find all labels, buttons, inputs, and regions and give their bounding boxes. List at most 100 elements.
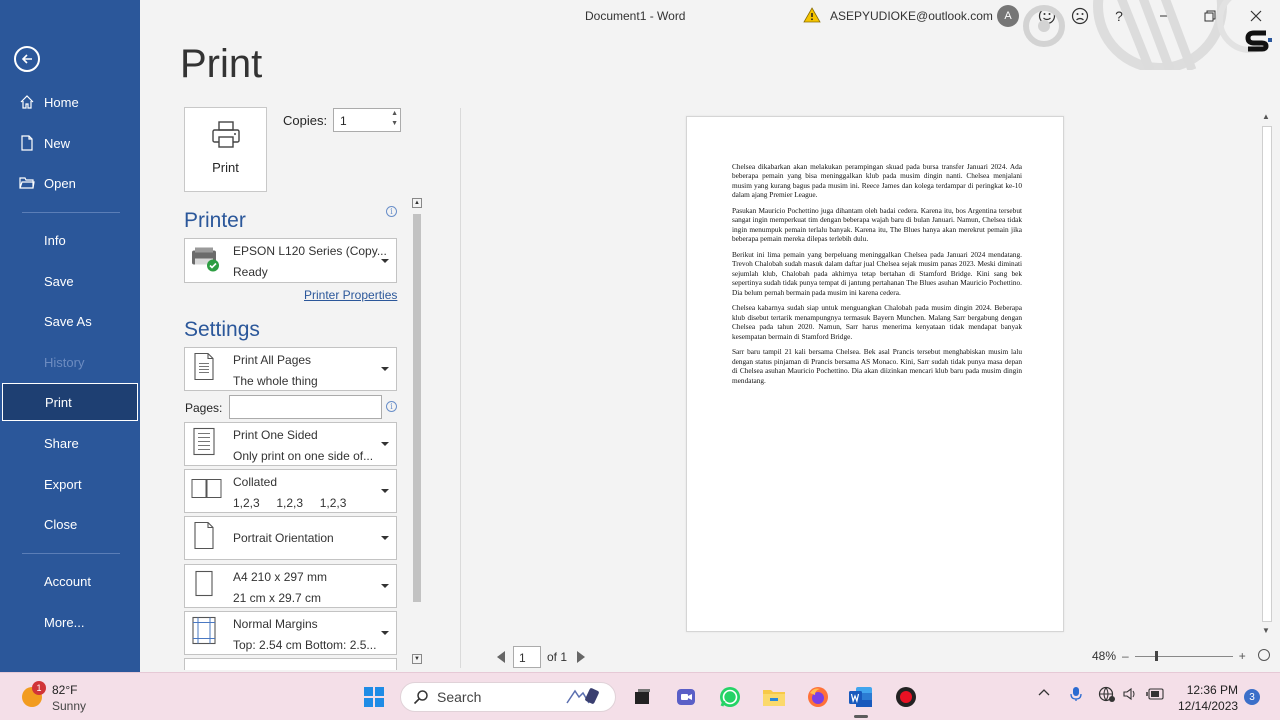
nav-open-label: Open	[44, 175, 76, 191]
nav-info[interactable]: Info	[0, 221, 140, 259]
account-email[interactable]: ASEPYUDIOKE@outlook.com	[830, 9, 993, 23]
print-button-label: Print	[212, 160, 239, 175]
zoom-out-icon[interactable]: –	[1122, 649, 1129, 663]
zoom-level[interactable]: 48%	[1092, 649, 1116, 663]
weather-temperature[interactable]: 82°F	[52, 683, 77, 697]
page-setup-select-partial[interactable]	[184, 658, 397, 670]
zoom-to-page-icon[interactable]	[1258, 649, 1270, 661]
document-pages-icon	[191, 352, 217, 387]
paper-size-select[interactable]: A4 210 x 297 mm 21 cm x 29.7 cm	[184, 564, 397, 608]
network-icon[interactable]	[1098, 686, 1116, 705]
printer-select[interactable]: EPSON L120 Series (Copy... Ready	[184, 238, 397, 283]
increment-icon[interactable]: ▲	[391, 110, 398, 117]
whatsapp-icon[interactable]	[716, 683, 744, 711]
nav-save-as[interactable]: Save As	[0, 302, 140, 340]
nav-share[interactable]: Share	[0, 424, 140, 462]
copies-value: 1	[340, 114, 347, 128]
scroll-down-icon[interactable]: ▼	[1262, 626, 1270, 635]
nav-save[interactable]: Save	[0, 262, 140, 300]
zoom-slider[interactable]	[1134, 650, 1233, 661]
next-page-icon[interactable]	[577, 651, 586, 663]
print-preview-page: Chelsea dikabarkan akan melakukan peramp…	[686, 116, 1064, 632]
nav-home[interactable]: Home	[0, 83, 140, 121]
sides-select[interactable]: Print One Sided Only print on one side o…	[184, 422, 397, 466]
word-app-icon[interactable]	[847, 683, 875, 711]
file-explorer-icon[interactable]	[760, 683, 788, 711]
printer-ready-icon	[191, 244, 221, 277]
preview-scrollbar[interactable]: ▲ ▼	[1260, 110, 1274, 638]
preview-paragraph: Chelsea dikabarkan akan melakukan peramp…	[732, 162, 1022, 200]
nav-export[interactable]: Export	[0, 465, 140, 503]
info-icon[interactable]: i	[386, 206, 397, 217]
channel-logo-icon	[1244, 30, 1274, 56]
print-button[interactable]: Print	[184, 107, 267, 192]
previous-page-icon[interactable]	[497, 651, 505, 663]
orientation-select[interactable]: Portrait Orientation	[184, 516, 397, 560]
settings-heading: Settings	[184, 318, 260, 341]
printer-properties-link[interactable]: Printer Properties	[304, 288, 397, 302]
copies-label: Copies:	[283, 113, 328, 128]
nav-close-label: Close	[44, 516, 78, 532]
windows-start-icon[interactable]	[360, 683, 388, 711]
screen-recorder-icon[interactable]	[892, 683, 920, 711]
firefox-icon[interactable]	[804, 683, 832, 711]
zoom-control: 48% – +	[1092, 649, 1252, 663]
nav-new[interactable]: New	[0, 124, 140, 162]
search-label: Search	[437, 689, 482, 705]
scroll-up-icon[interactable]: ▲	[1262, 112, 1270, 121]
nav-export-label: Export	[44, 476, 82, 492]
back-button[interactable]	[14, 46, 40, 72]
scroll-thumb[interactable]	[413, 214, 421, 602]
battery-icon[interactable]	[1146, 686, 1166, 705]
printer-status: Ready	[233, 265, 268, 279]
notification-badge[interactable]: 3	[1244, 689, 1260, 705]
chevron-up-icon[interactable]	[1037, 686, 1051, 703]
print-range-select[interactable]: Print All Pages The whole thing	[184, 347, 397, 391]
nav-open[interactable]: Open	[0, 164, 140, 202]
margins-desc: Top: 2.54 cm Bottom: 2.5...	[233, 638, 377, 652]
decrement-icon[interactable]: ▼	[391, 120, 398, 127]
system-clock[interactable]: 12:36 PM 12/14/2023	[1178, 682, 1238, 714]
margins-select[interactable]: Normal Margins Top: 2.54 cm Bottom: 2.5.…	[184, 611, 397, 655]
task-view-icon[interactable]	[628, 683, 656, 711]
nav-print-label: Print	[45, 394, 72, 410]
nav-new-label: New	[44, 135, 71, 151]
info-icon[interactable]: i	[386, 401, 397, 412]
nav-account[interactable]: Account	[0, 562, 140, 600]
current-page-input[interactable]: 1	[513, 646, 541, 668]
microphone-icon[interactable]	[1069, 686, 1083, 705]
orientation-label: Portrait Orientation	[233, 531, 334, 545]
chevron-down-icon	[381, 584, 389, 588]
collation-select[interactable]: Collated 1,2,3 1,2,3 1,2,3	[184, 469, 397, 513]
pages-input[interactable]	[229, 395, 382, 419]
taskbar-search[interactable]: Search	[400, 682, 616, 712]
preview-paragraph: Chelsea kabarnya sudah siap untuk mengua…	[732, 303, 1022, 341]
meet-app-icon[interactable]	[672, 683, 700, 711]
zoom-slider-knob[interactable]	[1154, 650, 1158, 661]
avatar[interactable]: A	[997, 5, 1019, 27]
nav-close[interactable]: Close	[0, 505, 140, 543]
settings-scrollbar[interactable]: ▲ ▼	[409, 196, 425, 668]
nav-account-label: Account	[44, 573, 91, 589]
margins-icon	[191, 616, 217, 651]
nav-more[interactable]: More...	[0, 603, 140, 641]
weather-condition[interactable]: Sunny	[52, 699, 86, 713]
home-icon	[18, 94, 36, 110]
speaker-icon[interactable]	[1122, 686, 1138, 705]
printer-icon	[211, 121, 240, 148]
chevron-down-icon	[381, 631, 389, 635]
portrait-page-icon	[191, 521, 217, 556]
nav-history: History	[0, 343, 140, 381]
chevron-down-icon	[381, 367, 389, 371]
print-range-desc: The whole thing	[233, 374, 318, 388]
nav-print[interactable]: Print	[2, 383, 138, 421]
copies-stepper[interactable]: 1 ▲ ▼	[333, 108, 401, 132]
nav-history-label: History	[44, 354, 85, 370]
active-app-indicator	[854, 715, 868, 718]
scroll-up-icon[interactable]: ▲	[412, 198, 422, 208]
clock-date: 12/14/2023	[1178, 699, 1239, 713]
zoom-in-icon[interactable]: +	[1239, 649, 1246, 663]
warning-icon[interactable]	[803, 7, 821, 28]
scroll-down-icon[interactable]: ▼	[412, 654, 422, 664]
scroll-thumb[interactable]	[1262, 126, 1272, 622]
